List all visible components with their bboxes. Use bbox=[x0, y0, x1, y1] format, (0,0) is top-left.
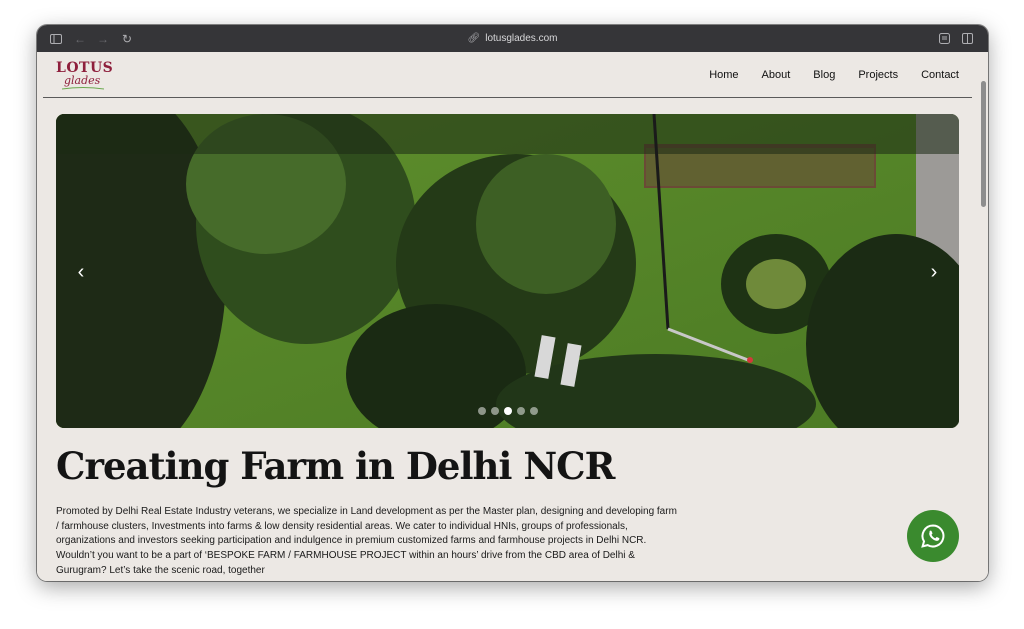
site-logo[interactable]: LOTUS glades bbox=[56, 60, 116, 90]
url-text: lotusglades.com bbox=[485, 33, 558, 44]
link-icon: 🔗︎ bbox=[467, 33, 481, 44]
logo-wordmark-bottom: glades bbox=[64, 74, 101, 87]
intro-paragraph: Promoted by Delhi Real Estate Industry v… bbox=[56, 506, 677, 576]
scrollbar-thumb[interactable] bbox=[981, 81, 986, 207]
hero-slide-image bbox=[56, 114, 959, 428]
nav-contact[interactable]: Contact bbox=[921, 69, 959, 81]
hero-slider[interactable]: ‹ › bbox=[56, 114, 959, 428]
nav-home[interactable]: Home bbox=[709, 69, 738, 81]
whatsapp-icon bbox=[921, 524, 945, 548]
page-viewport: LOTUS glades Home About Blog Projects Co… bbox=[37, 52, 988, 581]
slider-next-chevron-icon[interactable]: › bbox=[924, 260, 944, 284]
reload-icon[interactable]: ↻ bbox=[119, 25, 135, 52]
back-arrow-icon[interactable]: ← bbox=[72, 25, 88, 52]
forward-arrow-icon[interactable]: → bbox=[95, 25, 111, 52]
slider-dot[interactable] bbox=[477, 407, 486, 415]
page-scrollbar[interactable] bbox=[978, 52, 988, 581]
page-headline: Creating Farm in Delhi NCR bbox=[56, 444, 615, 488]
slider-dot[interactable] bbox=[490, 407, 499, 415]
sidebar-icon[interactable] bbox=[47, 25, 65, 52]
slider-dot[interactable] bbox=[516, 407, 525, 415]
browser-window: ← → ↻ 🔗︎ lotusglades.com LOTUS glades Ho… bbox=[37, 25, 988, 581]
split-view-icon[interactable] bbox=[959, 25, 975, 52]
browser-toolbar: ← → ↻ 🔗︎ lotusglades.com bbox=[37, 25, 988, 52]
nav-projects[interactable]: Projects bbox=[858, 69, 898, 81]
main-nav: Home About Blog Projects Contact bbox=[709, 52, 959, 98]
slider-dot[interactable] bbox=[503, 407, 512, 415]
slider-dots bbox=[56, 407, 959, 415]
reader-icon[interactable] bbox=[936, 25, 952, 52]
logo-swoosh-icon bbox=[62, 87, 104, 90]
site-header: LOTUS glades Home About Blog Projects Co… bbox=[43, 52, 972, 98]
slider-dot[interactable] bbox=[529, 407, 538, 415]
nav-about[interactable]: About bbox=[762, 69, 791, 81]
nav-blog[interactable]: Blog bbox=[813, 69, 835, 81]
whatsapp-button[interactable] bbox=[907, 510, 959, 562]
slider-prev-chevron-icon[interactable]: ‹ bbox=[71, 260, 91, 284]
address-bar[interactable]: 🔗︎ lotusglades.com bbox=[37, 25, 988, 52]
